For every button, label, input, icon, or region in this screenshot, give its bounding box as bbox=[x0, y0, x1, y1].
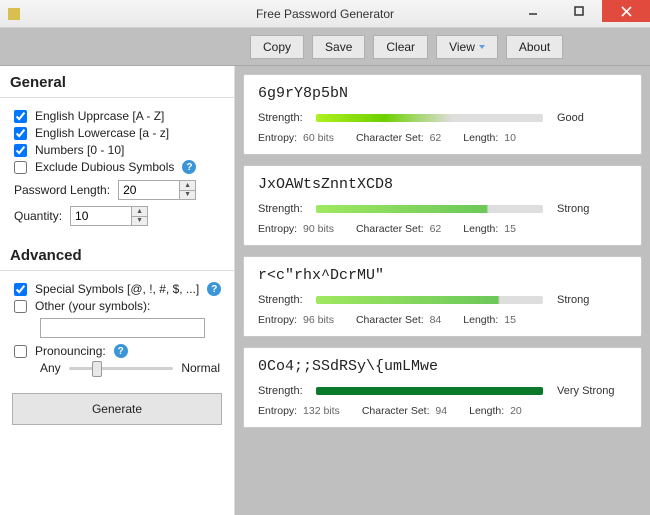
slider-label-any: Any bbox=[40, 361, 61, 375]
strength-verdict: Strong bbox=[557, 294, 627, 306]
charset-label: Character Set: bbox=[356, 223, 424, 235]
minimize-button[interactable] bbox=[510, 0, 556, 22]
strength-label: Strength: bbox=[258, 294, 308, 306]
result-card: 6g9rY8p5bN Strength: Good Entropy: 60 bits C… bbox=[243, 74, 642, 155]
entropy-label: Entropy: bbox=[258, 223, 297, 235]
uppercase-label: English Upprcase [A - Z] bbox=[35, 109, 164, 123]
length-input[interactable] bbox=[119, 181, 179, 199]
length-stat-label: Length: bbox=[469, 405, 504, 417]
about-button[interactable]: About bbox=[506, 35, 563, 59]
entropy-value: 90 bits bbox=[300, 223, 334, 235]
view-label: View bbox=[449, 40, 475, 54]
copy-button[interactable]: Copy bbox=[250, 35, 304, 59]
lowercase-checkbox[interactable] bbox=[14, 127, 27, 140]
help-icon[interactable]: ? bbox=[114, 344, 128, 358]
entropy-label: Entropy: bbox=[258, 405, 297, 417]
results-panel[interactable]: 6g9rY8p5bN Strength: Good Entropy: 60 bits C… bbox=[235, 66, 650, 515]
entropy-value: 96 bits bbox=[300, 314, 334, 326]
sidebar: General English Upprcase [A - Z] English… bbox=[0, 66, 235, 515]
length-value: 20 bbox=[507, 405, 522, 417]
quantity-input[interactable] bbox=[71, 207, 131, 225]
strength-label: Strength: bbox=[258, 203, 308, 215]
strength-verdict: Good bbox=[557, 112, 627, 124]
strength-bar bbox=[316, 114, 543, 122]
general-header: General bbox=[0, 66, 234, 98]
help-icon[interactable]: ? bbox=[207, 282, 221, 296]
entropy-value: 60 bits bbox=[300, 132, 334, 144]
slider-label-normal: Normal bbox=[181, 361, 220, 375]
charset-value: 84 bbox=[427, 314, 442, 326]
maximize-icon bbox=[574, 6, 584, 16]
strength-label: Strength: bbox=[258, 385, 308, 397]
result-card: JxOAWtsZnntXCD8 Strength: Strong Entropy: 9… bbox=[243, 165, 642, 246]
view-dropdown[interactable]: View bbox=[436, 35, 498, 59]
strength-bar bbox=[316, 205, 543, 213]
chevron-down-icon bbox=[479, 45, 485, 49]
password-text[interactable]: 6g9rY8p5bN bbox=[258, 85, 627, 102]
uppercase-checkbox[interactable] bbox=[14, 110, 27, 123]
slider-thumb[interactable] bbox=[92, 361, 102, 377]
other-checkbox[interactable] bbox=[14, 300, 27, 313]
toolbar: Copy Save Clear View About bbox=[0, 28, 650, 66]
entropy-value: 132 bits bbox=[300, 405, 340, 417]
close-icon bbox=[621, 6, 632, 17]
lowercase-label: English Lowercase [a - z] bbox=[35, 126, 169, 140]
numbers-checkbox[interactable] bbox=[14, 144, 27, 157]
titlebar: Free Password Generator bbox=[0, 0, 650, 28]
quantity-spinner[interactable]: ▲▼ bbox=[131, 207, 147, 225]
other-input[interactable] bbox=[40, 318, 205, 338]
special-label: Special Symbols [@, !, #, $, ...] bbox=[35, 282, 199, 296]
entropy-label: Entropy: bbox=[258, 314, 297, 326]
charset-label: Character Set: bbox=[356, 132, 424, 144]
charset-label: Character Set: bbox=[356, 314, 424, 326]
strength-verdict: Very Strong bbox=[557, 385, 627, 397]
charset-label: Character Set: bbox=[362, 405, 430, 417]
strength-bar bbox=[316, 296, 543, 304]
pronouncing-label: Pronouncing: bbox=[35, 344, 106, 358]
strength-label: Strength: bbox=[258, 112, 308, 124]
help-icon[interactable]: ? bbox=[182, 160, 196, 174]
app-icon bbox=[8, 8, 20, 20]
length-label: Password Length: bbox=[14, 183, 110, 197]
strength-verdict: Strong bbox=[557, 203, 627, 215]
password-text[interactable]: 0Co4;;SSdRSy\{umLMwe bbox=[258, 358, 627, 375]
other-label: Other (your symbols): bbox=[35, 299, 150, 313]
close-button[interactable] bbox=[602, 0, 650, 22]
charset-value: 62 bbox=[427, 223, 442, 235]
entropy-label: Entropy: bbox=[258, 132, 297, 144]
charset-value: 62 bbox=[427, 132, 442, 144]
save-button[interactable]: Save bbox=[312, 35, 365, 59]
pronouncing-checkbox[interactable] bbox=[14, 345, 27, 358]
special-checkbox[interactable] bbox=[14, 283, 27, 296]
maximize-button[interactable] bbox=[556, 0, 602, 22]
clear-button[interactable]: Clear bbox=[373, 35, 428, 59]
length-value: 15 bbox=[501, 314, 516, 326]
password-text[interactable]: JxOAWtsZnntXCD8 bbox=[258, 176, 627, 193]
strength-bar bbox=[316, 387, 543, 395]
charset-value: 94 bbox=[433, 405, 448, 417]
length-value: 15 bbox=[501, 223, 516, 235]
length-value: 10 bbox=[501, 132, 516, 144]
result-card: r<c"rhx^DcrMU" Strength: Strong Entropy: 96… bbox=[243, 256, 642, 337]
result-card: 0Co4;;SSdRSy\{umLMwe Strength: Very Strong… bbox=[243, 347, 642, 428]
minimize-icon bbox=[528, 6, 538, 16]
password-text[interactable]: r<c"rhx^DcrMU" bbox=[258, 267, 627, 284]
exclude-checkbox[interactable] bbox=[14, 161, 27, 174]
length-stat-label: Length: bbox=[463, 132, 498, 144]
pronouncing-slider[interactable] bbox=[69, 367, 174, 370]
numbers-label: Numbers [0 - 10] bbox=[35, 143, 124, 157]
length-stat-label: Length: bbox=[463, 314, 498, 326]
length-spinner[interactable]: ▲▼ bbox=[179, 181, 195, 199]
generate-button[interactable]: Generate bbox=[12, 393, 222, 425]
advanced-header: Advanced bbox=[0, 239, 234, 271]
exclude-label: Exclude Dubious Symbols bbox=[35, 160, 174, 174]
length-stat-label: Length: bbox=[463, 223, 498, 235]
quantity-label: Quantity: bbox=[14, 209, 62, 223]
